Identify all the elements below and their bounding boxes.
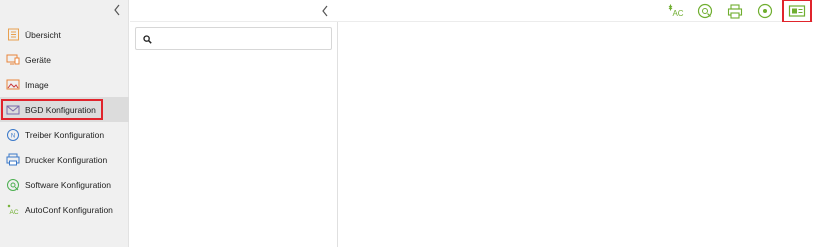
list-panel (130, 22, 338, 247)
autoconf-config-icon: AC (6, 203, 20, 217)
sidebar-item-geraete[interactable]: Geräte (0, 47, 129, 72)
svg-text:N: N (11, 133, 15, 139)
software-toolbar-icon (697, 3, 713, 19)
sidebar-nav: Übersicht Geräte Image BGD Konfiguration… (0, 22, 129, 222)
sidebar-item-label: Drucker Konfiguration (25, 154, 108, 165)
search-box (135, 27, 332, 50)
sidebar-collapse-button[interactable] (110, 3, 124, 17)
search-icon (143, 33, 153, 45)
devices-icon (6, 53, 20, 67)
software-toolbar-button[interactable] (695, 2, 715, 20)
sidebar-item-label: Übersicht (25, 29, 61, 40)
sidebar-item-autoconf-konfiguration[interactable]: AC AutoConf Konfiguration (0, 197, 129, 222)
software-config-icon (6, 178, 20, 192)
sidebar-item-drucker-konfiguration[interactable]: Drucker Konfiguration (0, 147, 129, 172)
sidebar-item-uebersicht[interactable]: Übersicht (0, 22, 129, 47)
sidebar-item-label: Geräte (25, 54, 51, 65)
sidebar-item-treiber-konfiguration[interactable]: N Treiber Konfiguration (0, 122, 129, 147)
background-config-icon (6, 103, 20, 117)
sidebar: Übersicht Geräte Image BGD Konfiguration… (0, 0, 129, 247)
sidebar-item-image[interactable]: Image (0, 72, 129, 97)
printer-toolbar-icon (727, 3, 743, 19)
search-input[interactable] (156, 30, 326, 47)
sidebar-item-label: BGD Konfiguration (25, 104, 96, 115)
chevron-left-icon (322, 5, 328, 17)
svg-text:AC: AC (9, 209, 18, 216)
main-content-panel (339, 22, 813, 247)
top-bar: AC (130, 0, 813, 23)
chevron-left-icon (114, 4, 120, 16)
overview-icon (6, 28, 20, 42)
autoconf-toolbar-icon: AC (668, 4, 684, 18)
sidebar-item-label: Image (25, 79, 49, 90)
driver-toolbar-icon (757, 3, 773, 19)
sidebar-item-label: Treiber Konfiguration (25, 129, 105, 140)
sidebar-item-label: AutoConf Konfiguration (25, 204, 113, 215)
printer-toolbar-button[interactable] (725, 2, 745, 20)
svg-text:AC: AC (672, 9, 683, 18)
printer-config-icon (6, 153, 20, 167)
list-panel-collapse-button[interactable] (318, 4, 332, 18)
autoconf-toolbar-button[interactable]: AC (666, 2, 686, 20)
background-toolbar-icon (788, 5, 806, 17)
sidebar-item-label: Software Konfiguration (25, 179, 111, 190)
sidebar-item-bgd-konfiguration[interactable]: BGD Konfiguration (0, 97, 129, 122)
driver-toolbar-button[interactable] (755, 2, 775, 20)
background-toolbar-button[interactable] (782, 0, 812, 23)
driver-config-icon: N (6, 128, 20, 142)
sidebar-item-software-konfiguration[interactable]: Software Konfiguration (0, 172, 129, 197)
image-icon (6, 78, 20, 92)
